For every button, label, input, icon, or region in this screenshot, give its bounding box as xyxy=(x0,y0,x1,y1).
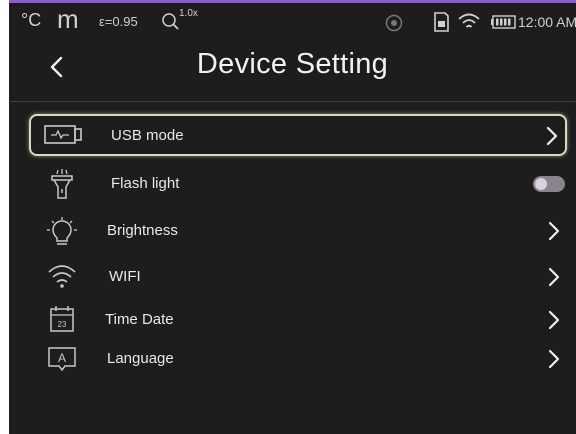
language-icon: A xyxy=(47,344,83,374)
flashlight-icon xyxy=(47,169,83,199)
setting-label-language: Language xyxy=(107,350,174,367)
wifi-status-icon xyxy=(457,12,481,32)
setting-row-brightness[interactable]: Brightness xyxy=(29,212,567,250)
setting-row-time-date[interactable]: 23 Time Date xyxy=(29,301,567,339)
emissivity-value: ε=0.95 xyxy=(99,14,138,29)
record-icon xyxy=(385,14,403,32)
status-bar: °C m ε=0.95 1.0x 12:00 AM xyxy=(9,4,576,40)
calendar-icon: 23 xyxy=(49,305,85,335)
calendar-icon-day: 23 xyxy=(58,320,67,329)
zoom-icon xyxy=(161,12,181,32)
battery-icon xyxy=(491,15,517,29)
setting-label-usb-mode: USB mode xyxy=(111,127,184,144)
chevron-right-icon xyxy=(545,218,563,244)
wifi-icon xyxy=(47,262,83,292)
header-divider xyxy=(9,101,576,102)
zoom-level: 1.0x xyxy=(179,8,198,19)
sd-card-icon xyxy=(433,12,450,32)
usb-icon xyxy=(41,120,82,150)
setting-label-flash-light: Flash light xyxy=(111,175,180,192)
flash-light-toggle[interactable] xyxy=(533,176,565,192)
chevron-right-icon xyxy=(545,346,563,372)
setting-row-usb-mode[interactable]: USB mode xyxy=(29,114,567,156)
temperature-unit: °C xyxy=(21,10,42,30)
page-title: Device Setting xyxy=(196,48,389,80)
clock-time: 12:00 AM xyxy=(518,14,576,30)
language-icon-letter: A xyxy=(58,351,66,365)
setting-label-brightness: Brightness xyxy=(107,222,178,239)
setting-row-language[interactable]: A Language xyxy=(29,340,567,378)
lightbulb-icon xyxy=(45,216,81,246)
page-header: Device Setting xyxy=(9,40,576,98)
measure-mode: m xyxy=(57,4,79,34)
chevron-right-icon xyxy=(545,307,563,333)
chevron-right-icon xyxy=(545,264,563,290)
chevron-right-icon xyxy=(543,123,561,149)
setting-row-flash-light[interactable]: Flash light xyxy=(29,165,567,203)
setting-label-wifi: WIFI xyxy=(109,268,141,285)
toggle-knob xyxy=(535,178,547,190)
device-screen: °C m ε=0.95 1.0x 12:00 AM Device Setting xyxy=(9,0,576,434)
setting-row-wifi[interactable]: WIFI xyxy=(29,258,567,296)
setting-label-time-date: Time Date xyxy=(105,311,174,328)
top-accent-bar xyxy=(9,0,576,3)
